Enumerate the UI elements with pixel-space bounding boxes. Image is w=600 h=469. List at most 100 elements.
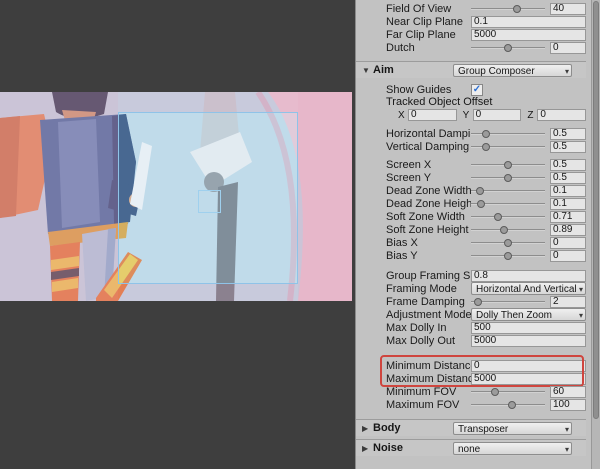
bias-y-row: Bias Y 0 xyxy=(356,249,586,262)
screen-y-slider[interactable] xyxy=(471,172,545,184)
slider-thumb[interactable] xyxy=(491,388,499,396)
soft-zone-height-value[interactable]: 0.89 xyxy=(550,224,586,236)
vertical-damping-value[interactable]: 0.5 xyxy=(550,141,586,153)
bias-y-slider[interactable] xyxy=(471,250,545,262)
body-foldout-header[interactable]: ▶ Body Transposer ▾ xyxy=(356,419,586,436)
far-clip-row: Far Clip Plane 5000 xyxy=(356,28,586,41)
slider-thumb[interactable] xyxy=(504,44,512,52)
framing-mode-row: Framing Mode Horizontal And Vertical ▾ xyxy=(356,282,586,295)
slider-thumb[interactable] xyxy=(494,213,502,221)
slider-thumb[interactable] xyxy=(500,226,508,234)
inspector-panel: Field Of View 40 Near Clip Plane 0.1 Far… xyxy=(355,0,600,469)
slider-thumb[interactable] xyxy=(504,239,512,247)
check-icon: ✓ xyxy=(473,84,481,95)
dropdown-arrow-icon: ▾ xyxy=(579,310,583,321)
soft-zone-width-slider[interactable] xyxy=(471,211,545,223)
maximum-fov-slider[interactable] xyxy=(471,399,545,411)
tracked-z-field[interactable]: 0 xyxy=(537,109,586,121)
tracked-offset-row: Tracked Object Offset xyxy=(356,96,586,108)
minimum-fov-slider[interactable] xyxy=(471,386,545,398)
slider-thumb[interactable] xyxy=(482,143,490,151)
frame-damping-slider[interactable] xyxy=(471,296,545,308)
slider-thumb[interactable] xyxy=(476,187,484,195)
dead-zone-height-slider[interactable] xyxy=(471,198,545,210)
aim-type-dropdown[interactable]: Group Composer ▾ xyxy=(453,64,572,77)
vertical-damping-slider[interactable] xyxy=(471,141,545,153)
bias-x-value[interactable]: 0 xyxy=(550,237,586,249)
body-type-value: Transposer xyxy=(458,424,508,435)
near-clip-row: Near Clip Plane 0.1 xyxy=(356,15,586,28)
adjustment-mode-dropdown[interactable]: Dolly Then Zoom ▾ xyxy=(471,308,586,321)
inspector-scrollbar[interactable] xyxy=(591,0,600,469)
slider-thumb[interactable] xyxy=(504,161,512,169)
framing-mode-dropdown[interactable]: Horizontal And Vertical ▾ xyxy=(471,282,586,295)
horizontal-damping-value[interactable]: 0.5 xyxy=(550,128,586,140)
bias-x-slider[interactable] xyxy=(471,237,545,249)
screen-x-value[interactable]: 0.5 xyxy=(550,159,586,171)
screen-y-label: Screen Y xyxy=(386,172,471,184)
max-dolly-out-label: Max Dolly Out xyxy=(386,335,471,347)
slider-thumb[interactable] xyxy=(513,5,521,13)
noise-type-dropdown[interactable]: none ▾ xyxy=(453,442,572,455)
maximum-fov-value[interactable]: 100 xyxy=(550,399,586,411)
slider-thumb[interactable] xyxy=(477,200,485,208)
body-label: Body xyxy=(373,422,453,434)
dutch-row: Dutch 0 xyxy=(356,41,586,54)
screen-x-slider[interactable] xyxy=(471,159,545,171)
unity-editor-window: Field Of View 40 Near Clip Plane 0.1 Far… xyxy=(0,0,600,469)
field-of-view-value[interactable]: 40 xyxy=(550,3,586,15)
tracked-offset-xyz-row: X 0 Y 0 Z 0 xyxy=(356,108,586,122)
bias-y-value[interactable]: 0 xyxy=(550,250,586,262)
foldout-closed-icon[interactable]: ▶ xyxy=(362,424,373,433)
soft-zone-width-row: Soft Zone Width 0.71 xyxy=(356,210,586,223)
group-framing-size-field[interactable]: 0.8 xyxy=(471,270,586,282)
far-clip-field[interactable]: 5000 xyxy=(471,29,586,41)
game-view[interactable] xyxy=(0,92,352,301)
slider-thumb[interactable] xyxy=(504,174,512,182)
maximum-distance-field[interactable]: 5000 xyxy=(471,373,586,385)
aim-foldout-header[interactable]: ▼ Aim Group Composer ▾ xyxy=(356,61,586,78)
soft-zone-height-row: Soft Zone Height 0.89 xyxy=(356,223,586,236)
max-dolly-in-row: Max Dolly In 500 xyxy=(356,321,586,334)
scrollbar-thumb[interactable] xyxy=(593,1,599,419)
dutch-slider[interactable] xyxy=(471,42,545,54)
body-type-dropdown[interactable]: Transposer ▾ xyxy=(453,422,572,435)
tracked-y-field[interactable]: 0 xyxy=(473,109,522,121)
frame-damping-value[interactable]: 2 xyxy=(550,296,586,308)
frame-damping-row: Frame Damping 2 xyxy=(356,295,586,308)
foldout-closed-icon[interactable]: ▶ xyxy=(362,444,373,453)
dead-zone-height-value[interactable]: 0.1 xyxy=(550,198,586,210)
dead-zone-height-row: Dead Zone Height 0.1 xyxy=(356,197,586,210)
slider-thumb[interactable] xyxy=(504,252,512,260)
screen-y-row: Screen Y 0.5 xyxy=(356,171,586,184)
max-dolly-in-field[interactable]: 500 xyxy=(471,322,586,334)
screen-y-value[interactable]: 0.5 xyxy=(550,172,586,184)
dead-zone-width-value[interactable]: 0.1 xyxy=(550,185,586,197)
minimum-distance-field[interactable]: 0 xyxy=(471,360,586,372)
adjustment-mode-row: Adjustment Mode Dolly Then Zoom ▾ xyxy=(356,308,586,321)
maximum-distance-row: Maximum Distanc 5000 xyxy=(356,372,586,385)
inspector-rows: Field Of View 40 Near Clip Plane 0.1 Far… xyxy=(356,0,600,456)
minimum-fov-value[interactable]: 60 xyxy=(550,386,586,398)
tracked-offset-label: Tracked Object Offset xyxy=(386,96,492,108)
slider-thumb[interactable] xyxy=(474,298,482,306)
horizontal-damping-slider[interactable] xyxy=(471,128,545,140)
show-guides-label: Show Guides xyxy=(386,84,471,96)
dutch-value[interactable]: 0 xyxy=(550,42,586,54)
foldout-open-icon[interactable]: ▼ xyxy=(362,66,373,75)
dropdown-arrow-icon: ▾ xyxy=(565,424,569,435)
near-clip-field[interactable]: 0.1 xyxy=(471,16,586,28)
dead-zone-width-slider[interactable] xyxy=(471,185,545,197)
slider-thumb[interactable] xyxy=(482,130,490,138)
max-dolly-in-label: Max Dolly In xyxy=(386,322,471,334)
noise-foldout-header[interactable]: ▶ Noise none ▾ xyxy=(356,439,586,456)
max-dolly-out-field[interactable]: 5000 xyxy=(471,335,586,347)
soft-zone-width-value[interactable]: 0.71 xyxy=(550,211,586,223)
tracked-x-field[interactable]: 0 xyxy=(408,109,457,121)
slider-track xyxy=(471,391,545,393)
slider-thumb[interactable] xyxy=(508,401,516,409)
field-of-view-slider[interactable] xyxy=(471,3,545,15)
show-guides-checkbox[interactable]: ✓ xyxy=(471,84,483,96)
field-of-view-label: Field Of View xyxy=(386,3,471,15)
soft-zone-height-slider[interactable] xyxy=(471,224,545,236)
